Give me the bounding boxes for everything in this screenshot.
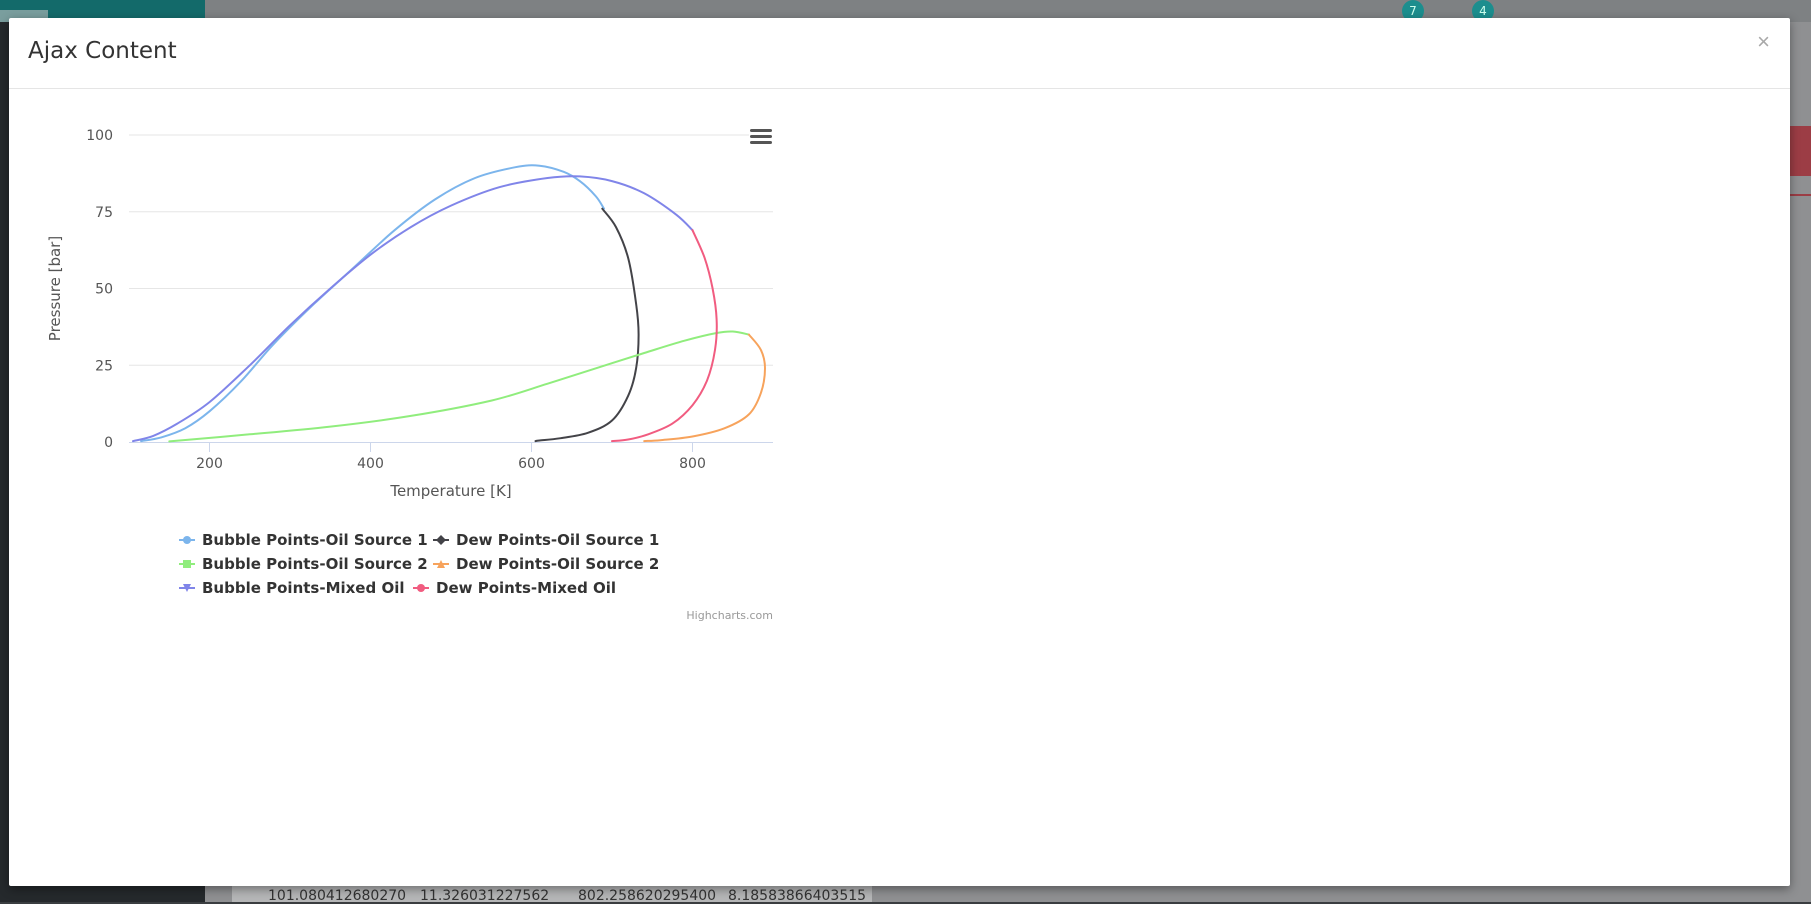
legend-item[interactable]: Dew Points-Mixed Oil	[413, 579, 616, 597]
ajax-content-modal: Ajax Content × 0 25 50 75 100 200 400 600 800 T…	[9, 18, 1790, 886]
backdrop-red-line	[1790, 194, 1811, 196]
grid-lines	[129, 134, 773, 366]
y-tick-label: 0	[104, 435, 113, 451]
legend-item[interactable]: Dew Points-Oil Source 1	[433, 531, 659, 549]
y-tick-labels: 0 25 50 75 100	[86, 128, 113, 451]
legend-label: Dew Points-Oil Source 1	[456, 531, 659, 549]
series-group	[132, 164, 766, 443]
close-button[interactable]: ×	[1751, 28, 1776, 56]
x-tick-label: 800	[679, 456, 706, 472]
legend-item[interactable]: Bubble Points-Mixed Oil	[179, 579, 404, 597]
y-tick-label: 75	[95, 205, 113, 221]
x-axis-label: Temperature [K]	[389, 482, 511, 500]
modal-title: Ajax Content	[28, 38, 177, 64]
legend-label: Dew Points-Mixed Oil	[436, 579, 616, 597]
hamburger-menu-icon[interactable]	[749, 127, 773, 149]
legend-label: Bubble Points-Mixed Oil	[202, 579, 404, 597]
x-tick-label: 600	[518, 456, 545, 472]
chart-svg: 0255075100 200 400 600 800 Temperature [K] …	[46, 127, 773, 622]
legend-label: Bubble Points-Oil Source 1	[202, 531, 428, 549]
x-tick-labels: 200 400 600 800	[196, 456, 706, 472]
legend-label: Dew Points-Oil Source 2	[456, 555, 659, 573]
modal-header: Ajax Content ×	[9, 18, 1790, 89]
legend-item[interactable]: Dew Points-Oil Source 2	[433, 555, 659, 573]
x-tick-label: 200	[196, 456, 223, 472]
backdrop-red-tab	[1790, 126, 1811, 176]
x-tick-label: 400	[357, 456, 384, 472]
chart-legend: Bubble Points-Oil Source 1 Dew Points-Oil…	[179, 531, 659, 597]
y-axis-label: Pressure [bar]	[46, 236, 64, 341]
legend-item[interactable]: Bubble Points-Oil Source 2	[179, 555, 428, 573]
series-line	[168, 330, 750, 443]
y-tick-label: 25	[95, 358, 113, 374]
series-line	[534, 207, 640, 443]
credits-link[interactable]: Highcharts.com	[686, 609, 773, 622]
y-tick-label: 50	[95, 282, 113, 298]
x-tick-marks	[209, 442, 693, 452]
series-line	[140, 164, 605, 443]
legend-label: Bubble Points-Oil Source 2	[202, 555, 428, 573]
y-tick-label: 100	[86, 128, 113, 144]
phase-envelope-chart: 0 25 50 75 100 200 400 600 800 Temperature [K] …	[38, 102, 782, 632]
legend-item[interactable]: Bubble Points-Oil Source 1	[179, 531, 428, 549]
